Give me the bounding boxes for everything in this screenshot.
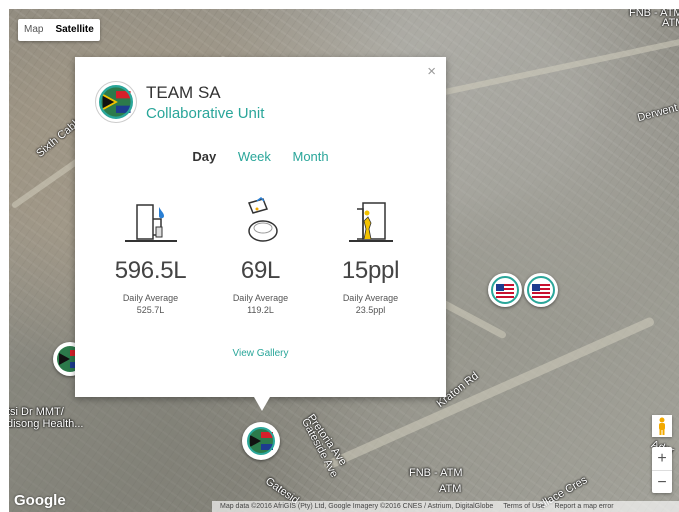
team-usa-marker[interactable] bbox=[488, 273, 522, 307]
usa-flag-icon bbox=[527, 276, 555, 304]
usa-flag-icon bbox=[491, 276, 519, 304]
zoom-control: + − bbox=[652, 447, 672, 493]
stat-average: 525.7L bbox=[136, 305, 165, 315]
south-africa-flag-icon bbox=[99, 85, 133, 119]
water-tap-icon bbox=[124, 204, 177, 242]
stat-average: 23.5ppl bbox=[355, 305, 386, 315]
stat-water: 596.5L Daily Average 525.7L bbox=[98, 197, 203, 315]
report-error-link[interactable]: Report a map error bbox=[554, 503, 613, 510]
stat-label: Daily Average bbox=[232, 293, 289, 303]
stat-value: 596.5L bbox=[114, 257, 187, 284]
period-tabs: Day Week Month bbox=[75, 149, 446, 164]
place-label: ATM bbox=[439, 483, 462, 495]
place-label: tsi Dr MMT/ bbox=[9, 406, 64, 418]
map-type-satellite-button[interactable]: Satellite bbox=[49, 19, 99, 41]
attribution-text: Map data ©2016 AfriGIS (Pty) Ltd, Google… bbox=[220, 503, 494, 510]
team-subtitle: Collaborative Unit bbox=[146, 105, 265, 122]
info-window-tail bbox=[254, 397, 270, 411]
toilet-icon bbox=[247, 197, 278, 242]
team-logo bbox=[95, 81, 137, 123]
team-sa-marker-selected[interactable] bbox=[242, 422, 280, 460]
stat-people: 15ppl Daily Average 23.5ppl bbox=[318, 197, 423, 315]
place-label: ATM bbox=[662, 17, 679, 29]
view-gallery-link[interactable]: View Gallery bbox=[75, 348, 446, 359]
map-type-control: Map Satellite bbox=[18, 19, 100, 41]
stat-label: Daily Average bbox=[342, 293, 399, 303]
zoom-in-button[interactable]: + bbox=[652, 447, 672, 470]
place-label: FNB - ATM bbox=[409, 467, 463, 479]
tab-day[interactable]: Day bbox=[192, 149, 216, 164]
tab-month[interactable]: Month bbox=[292, 149, 328, 164]
map-type-map-button[interactable]: Map bbox=[18, 19, 49, 41]
info-window: × TEAM SA Collaborative Unit Day Week Mo… bbox=[75, 57, 446, 397]
team-name: TEAM SA bbox=[146, 83, 221, 102]
map-attribution: Map data ©2016 AfriGIS (Pty) Ltd, Google… bbox=[212, 501, 679, 512]
stat-toilet: 69L Daily Average 119.2L bbox=[208, 197, 313, 315]
stat-label: Daily Average bbox=[122, 293, 179, 303]
stats-row: 596.5L Daily Average 525.7L 69L Daily Av… bbox=[98, 197, 423, 315]
google-logo: Google bbox=[14, 492, 66, 509]
street-view-pegman[interactable] bbox=[652, 415, 672, 437]
terms-link[interactable]: Terms of Use bbox=[503, 503, 544, 510]
south-africa-flag-icon bbox=[247, 427, 275, 455]
road-label: Derwent bbox=[636, 101, 679, 125]
person-door-icon bbox=[348, 202, 393, 242]
team-usa-marker[interactable] bbox=[524, 273, 558, 307]
pegman-icon bbox=[659, 417, 665, 435]
tab-week[interactable]: Week bbox=[238, 149, 271, 164]
zoom-out-button[interactable]: − bbox=[652, 471, 672, 494]
stat-value: 69L bbox=[240, 257, 281, 284]
stat-value: 15ppl bbox=[341, 257, 400, 284]
place-label: disong Health... bbox=[9, 418, 84, 430]
stat-average: 119.2L bbox=[247, 305, 274, 315]
close-icon[interactable]: × bbox=[427, 63, 436, 80]
